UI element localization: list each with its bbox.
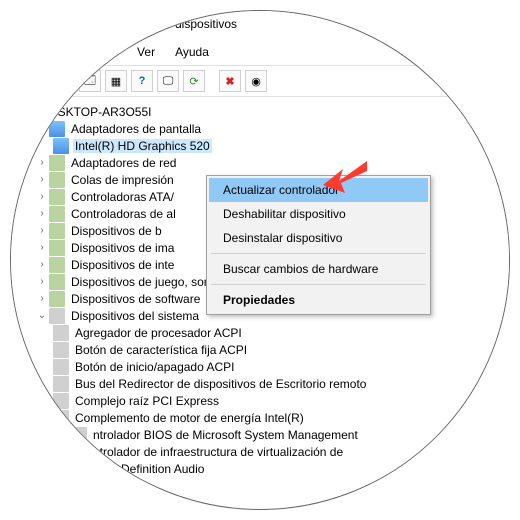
node-label: Colas de impresión xyxy=(69,173,176,187)
system-device-icon xyxy=(53,376,69,392)
node-label: Controladoras ATA/ xyxy=(69,190,176,204)
collapse-icon[interactable]: ⌄ xyxy=(35,123,49,134)
toolbar-help-button[interactable]: ? xyxy=(131,70,153,92)
device-icon xyxy=(49,223,65,239)
menu-archivo[interactable]: Archivo xyxy=(19,43,63,61)
node-rd-bus[interactable]: Bus del Redirector de dispositivos de Es… xyxy=(15,375,510,392)
tree-root[interactable]: DESKTOP-AR3O55I xyxy=(15,103,510,120)
computer-icon xyxy=(19,104,35,120)
device-icon xyxy=(49,274,65,290)
system-device-icon xyxy=(71,461,87,477)
node-intel-mgmt[interactable]: Complemento de motor de energía Intel(R) xyxy=(15,409,510,426)
node-label: Adaptadores de pantalla xyxy=(69,122,203,136)
ctx-properties[interactable]: Propiedades xyxy=(209,288,428,312)
system-device-icon xyxy=(53,325,69,341)
node-label: Complejo raíz PCI Express xyxy=(73,394,221,408)
expand-icon[interactable]: › xyxy=(35,191,49,202)
ctx-update-driver[interactable]: Actualizar controlador xyxy=(209,178,428,202)
menu-accion[interactable]: Acción xyxy=(79,43,119,61)
device-icon xyxy=(49,240,65,256)
node-label: Adaptadores de red xyxy=(69,156,178,170)
toolbar-forward-button[interactable]: ► xyxy=(43,70,65,92)
node-label: High Definition Audio xyxy=(91,462,206,476)
device-icon xyxy=(49,155,65,171)
context-menu: Actualizar controlador Deshabilitar disp… xyxy=(206,175,431,315)
node-display-adapters[interactable]: ⌄ Adaptadores de pantalla xyxy=(15,120,510,137)
node-acpi-aggregator[interactable]: Agregador de procesador ACPI xyxy=(15,324,510,341)
node-label: Dispositivos de inte xyxy=(69,258,176,272)
expand-icon[interactable]: › xyxy=(35,157,49,168)
root-label: DESKTOP-AR3O55I xyxy=(39,105,153,119)
node-network-adapters[interactable]: › Adaptadores de red xyxy=(15,154,510,171)
expand-icon[interactable]: › xyxy=(35,293,49,304)
toolbar-props-button[interactable]: 🗔 xyxy=(79,70,101,92)
node-pci-root[interactable]: Complejo raíz PCI Express xyxy=(15,392,510,409)
system-device-icon xyxy=(71,444,87,460)
annotation-arrow-icon xyxy=(321,159,369,195)
separator xyxy=(211,253,426,254)
toolbar-refresh-button[interactable]: ⟳ xyxy=(183,70,205,92)
expand-icon[interactable]: › xyxy=(35,174,49,185)
expand-icon[interactable]: › xyxy=(35,242,49,253)
ctx-scan-hardware[interactable]: Buscar cambios de hardware xyxy=(209,257,428,281)
system-device-icon xyxy=(53,342,69,358)
system-device-icon xyxy=(53,410,69,426)
node-hd-audio[interactable]: High Definition Audio xyxy=(15,460,510,477)
system-device-icon xyxy=(53,359,69,375)
expand-icon[interactable]: › xyxy=(35,276,49,287)
node-label: ntrolador de infraestructura de virtuali… xyxy=(91,445,345,459)
node-virt[interactable]: ntrolador de infraestructura de virtuali… xyxy=(15,443,510,460)
device-icon xyxy=(49,291,65,307)
node-label: Intel(R) HD Graphics 520 xyxy=(73,139,212,153)
title-text: r de dispositivos xyxy=(151,17,237,31)
display-adapter-icon xyxy=(53,138,69,154)
menu-bar: Archivo Acción Ver Ayuda xyxy=(11,41,510,66)
collapse-icon[interactable]: ⌄ xyxy=(35,310,49,321)
node-label: Controladoras de al xyxy=(69,207,178,221)
display-adapter-icon xyxy=(49,121,65,137)
node-acpi-power[interactable]: Botón de inicio/apagado ACPI xyxy=(15,358,510,375)
toolbar-table-button[interactable]: ▦ xyxy=(105,70,127,92)
node-label: Dispositivos de b xyxy=(69,224,164,238)
node-acpi-fixed[interactable]: Botón de característica fija ACPI xyxy=(15,341,510,358)
device-icon xyxy=(49,172,65,188)
menu-ver[interactable]: Ver xyxy=(135,43,157,61)
device-icon xyxy=(49,206,65,222)
separator xyxy=(211,284,426,285)
ctx-uninstall-device[interactable]: Desinstalar dispositivo xyxy=(209,226,428,250)
node-intel-hd-graphics[interactable]: Intel(R) HD Graphics 520 xyxy=(15,137,510,154)
node-bios-sm[interactable]: ntrolador BIOS de Microsoft System Manag… xyxy=(15,426,510,443)
system-icon xyxy=(49,308,65,324)
node-label: Agregador de procesador ACPI xyxy=(73,326,244,340)
toolbar-monitor-button[interactable]: 🖵 xyxy=(157,70,179,92)
device-icon xyxy=(49,257,65,273)
toolbar: ◄ ► 🗔 ▦ ? 🖵 ⟳ ✖ ◉ xyxy=(11,66,510,97)
node-label: Botón de inicio/apagado ACPI xyxy=(73,360,236,374)
node-label: Bus del Redirector de dispositivos de Es… xyxy=(73,377,368,391)
toolbar-scan-button[interactable]: ◉ xyxy=(245,70,267,92)
node-label: Dispositivos de software xyxy=(69,292,202,306)
toolbar-uninstall-button[interactable]: ✖ xyxy=(219,70,241,92)
device-icon xyxy=(49,189,65,205)
node-label: ntrolador BIOS de Microsoft System Manag… xyxy=(91,428,360,442)
ctx-disable-device[interactable]: Deshabilitar dispositivo xyxy=(209,202,428,226)
node-label: Dispositivos del sistema xyxy=(69,309,201,323)
expand-icon[interactable]: › xyxy=(35,225,49,236)
system-device-icon xyxy=(53,393,69,409)
toolbar-back-button[interactable]: ◄ xyxy=(17,70,39,92)
node-label: Dispositivos de ima xyxy=(69,241,176,255)
expand-icon[interactable]: › xyxy=(35,208,49,219)
expand-icon[interactable]: › xyxy=(35,259,49,270)
window-title: r de dispositivos xyxy=(11,11,510,41)
system-device-icon xyxy=(71,427,87,443)
node-label: Complemento de motor de energía Intel(R) xyxy=(73,411,306,425)
menu-ayuda[interactable]: Ayuda xyxy=(173,43,211,61)
node-label: Botón de característica fija ACPI xyxy=(73,343,249,357)
